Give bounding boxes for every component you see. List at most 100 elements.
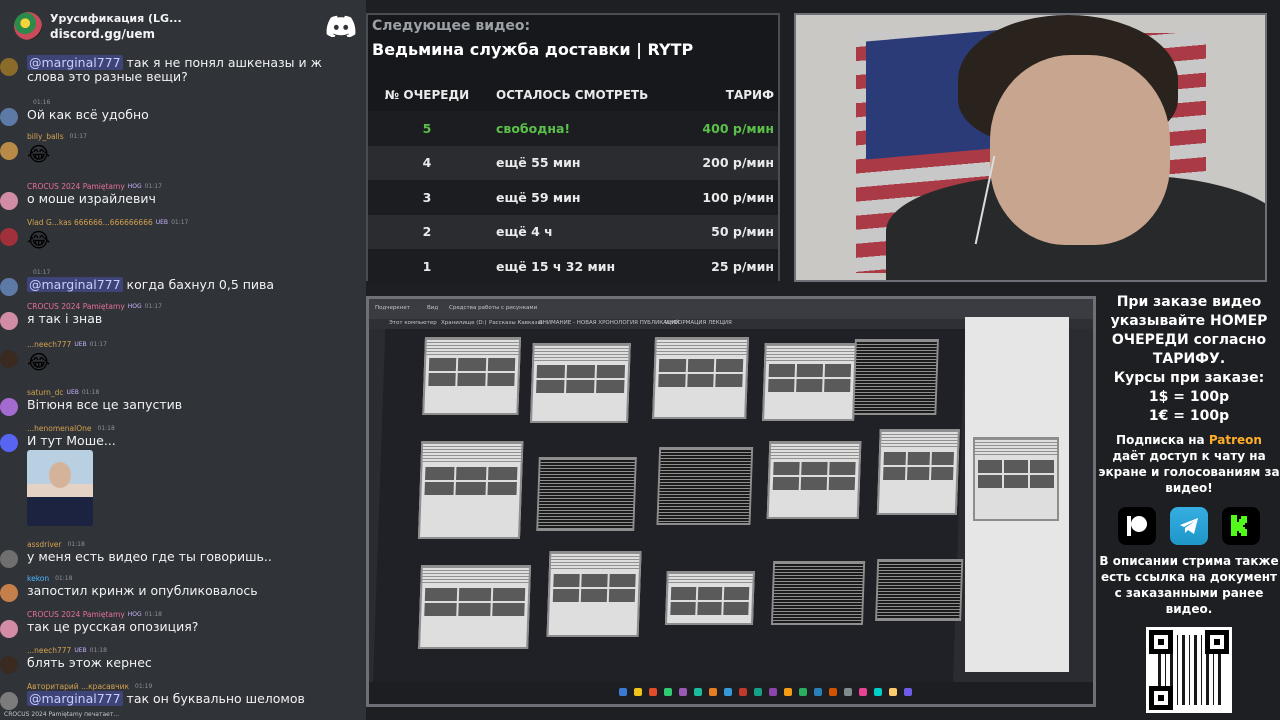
taskbar-app-icon[interactable] xyxy=(814,688,822,696)
user-mention[interactable]: @marginal777 xyxy=(27,691,123,706)
queue-table-header: № ОЧЕРЕДИ ОСТАЛОСЬ СМОТРЕТЬ ТАРИФ xyxy=(368,79,778,111)
avatar[interactable] xyxy=(0,58,18,76)
slide-thumbnail[interactable] xyxy=(536,457,637,531)
avatar[interactable] xyxy=(0,656,18,674)
avatar[interactable] xyxy=(0,142,18,160)
breadcrumb-item[interactable]: ИНФОРМАЦИЯ ЛЕКЦИЯ xyxy=(665,320,732,326)
slide-thumbnail[interactable] xyxy=(762,343,857,421)
ribbon-tab[interactable]: Средства работы с рисунками xyxy=(449,305,537,311)
server-icon[interactable] xyxy=(14,12,42,40)
attached-image[interactable] xyxy=(27,450,93,526)
slide-thumbnail[interactable] xyxy=(770,561,866,625)
username[interactable]: CROCUS 2024 Pamiętamy xyxy=(27,302,125,311)
username[interactable]: CROCUS 2024 Pamiętamy xyxy=(27,182,125,191)
avatar[interactable] xyxy=(0,228,18,246)
slide-thumbnail[interactable] xyxy=(664,571,755,625)
taskbar-app-icon[interactable] xyxy=(724,688,732,696)
slide-thumbnail[interactable] xyxy=(417,441,524,539)
queue-cell-rate: 400 р/мин xyxy=(702,120,774,136)
ribbon-tab[interactable]: Подчеркнет xyxy=(375,305,410,311)
ribbon-tab[interactable]: Вид xyxy=(427,305,438,311)
taskbar-app-icon[interactable] xyxy=(709,688,717,696)
slide-thumbnail[interactable] xyxy=(852,339,939,415)
username[interactable]: Vlad G...kas 666666...666666666 xyxy=(27,218,153,227)
slide-thumbnail[interactable] xyxy=(656,447,754,525)
qr-code[interactable] xyxy=(1146,627,1232,713)
slide-thumbnail[interactable] xyxy=(530,343,631,423)
message-body: блять этож кернес xyxy=(27,655,152,670)
kick-icon[interactable] xyxy=(1222,507,1260,545)
rates-title: Курсы при заказе: xyxy=(1113,370,1265,386)
queue-row: 1 ещё 15 ч 32 мин 25 р/мин xyxy=(368,249,778,284)
taskbar-app-icon[interactable] xyxy=(664,688,672,696)
taskbar-app-icon[interactable] xyxy=(694,688,702,696)
taskbar-app-icon[interactable] xyxy=(799,688,807,696)
slide-thumbnail[interactable] xyxy=(652,337,750,419)
rate-eur: 1€ = 100р xyxy=(1148,408,1230,424)
taskbar-app-icon[interactable] xyxy=(754,688,762,696)
server-name[interactable]: Урусификация (LG... xyxy=(50,12,326,25)
queue-row: 4 ещё 55 мин 200 р/мин xyxy=(368,145,778,180)
breadcrumb-item[interactable]: Рассказы Кавказы xyxy=(489,320,542,326)
qr-finder xyxy=(1149,686,1173,710)
taskbar-app-icon[interactable] xyxy=(859,688,867,696)
username[interactable]: billy_balls xyxy=(27,132,64,141)
message-body: так он буквально шеломов xyxy=(122,691,305,706)
slide-thumbnail[interactable] xyxy=(875,559,964,621)
preview-pane xyxy=(965,317,1069,672)
avatar[interactable] xyxy=(0,398,18,416)
slide-thumbnail[interactable] xyxy=(876,429,960,515)
server-invite-link[interactable]: discord.gg/uem xyxy=(50,27,326,41)
patreon-icon[interactable] xyxy=(1118,507,1156,545)
taskbar-app-icon[interactable] xyxy=(904,688,912,696)
qr-finder xyxy=(1205,630,1229,654)
taskbar-app-icon[interactable] xyxy=(844,688,852,696)
slide-thumbnail[interactable] xyxy=(422,337,522,415)
avatar[interactable] xyxy=(0,620,18,638)
avatar[interactable] xyxy=(0,312,18,330)
avatar[interactable] xyxy=(0,192,18,210)
taskbar-app-icon[interactable] xyxy=(679,688,687,696)
preview-slide xyxy=(973,437,1059,521)
username[interactable]: Авторитарий ...красавчик xyxy=(27,682,129,691)
queue-table: № ОЧЕРЕДИ ОСТАЛОСЬ СМОТРЕТЬ ТАРИФ 5 свобо… xyxy=(368,79,778,284)
taskbar-app-icon[interactable] xyxy=(739,688,747,696)
avatar[interactable] xyxy=(0,278,18,296)
breadcrumb-item[interactable]: Этот компьютер xyxy=(389,320,437,326)
slide-thumbnail[interactable] xyxy=(418,565,532,649)
username[interactable]: ...neech777 xyxy=(27,646,71,655)
avatar[interactable] xyxy=(0,584,18,602)
avatar[interactable] xyxy=(0,434,18,452)
slide-thumbnail[interactable] xyxy=(766,441,862,519)
slide-thumbnail[interactable] xyxy=(546,551,642,637)
timestamp: 01:16 xyxy=(33,98,51,106)
username[interactable]: kekon xyxy=(27,574,49,583)
taskbar-app-icon[interactable] xyxy=(784,688,792,696)
username[interactable]: ...henomenalOne xyxy=(27,424,92,433)
queue-row: 2 ещё 4 ч 50 р/мин xyxy=(368,214,778,249)
username[interactable]: CROCUS 2024 Pamiętamy xyxy=(27,610,125,619)
user-mention[interactable]: @marginal777 xyxy=(27,55,123,70)
taskbar-app-icon[interactable] xyxy=(619,688,627,696)
patreon-link[interactable]: Patreon xyxy=(1209,433,1262,447)
username[interactable]: saturn_dc xyxy=(27,388,64,397)
avatar[interactable] xyxy=(0,692,18,710)
taskbar-app-icon[interactable] xyxy=(829,688,837,696)
message-body: у меня есть видео где ты говоришь.. xyxy=(27,549,272,564)
breadcrumb-item[interactable]: ВНИМАНИЕ - НОВАЯ ХРОНОЛОГИЯ ПУБЛИКАЦИЙ xyxy=(539,320,679,326)
breadcrumb-item[interactable]: Хранилище (D:) xyxy=(441,320,487,326)
role-badge: UEB xyxy=(155,218,169,226)
avatar[interactable] xyxy=(0,550,18,568)
taskbar-app-icon[interactable] xyxy=(634,688,642,696)
username[interactable]: ...neech777 xyxy=(27,340,71,349)
avatar[interactable] xyxy=(0,350,18,368)
avatar[interactable] xyxy=(0,108,18,126)
taskbar-app-icon[interactable] xyxy=(649,688,657,696)
taskbar-app-icon[interactable] xyxy=(889,688,897,696)
taskbar-app-icon[interactable] xyxy=(874,688,882,696)
taskbar-app-icon[interactable] xyxy=(769,688,777,696)
telegram-icon[interactable] xyxy=(1170,507,1208,545)
username[interactable]: assdriver xyxy=(27,540,61,549)
queue-cell-remaining: свободна! xyxy=(496,120,571,136)
user-mention[interactable]: @marginal777 xyxy=(27,277,123,292)
